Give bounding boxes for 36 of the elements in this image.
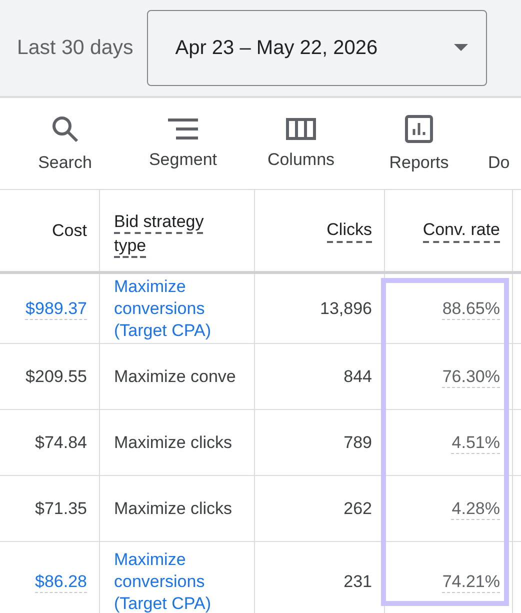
table-cell: $74.84 <box>0 410 100 475</box>
toolbar-button[interactable]: Columns <box>252 98 350 189</box>
toolbar-button[interactable]: Search <box>16 98 114 189</box>
table-cell: 789 <box>255 410 385 475</box>
cost-link[interactable]: $989.37 <box>26 298 87 318</box>
column-header[interactable]: Bid strategy type <box>100 190 255 271</box>
table-cell: Maximize clicks <box>100 410 255 475</box>
table-cell: $209.55 <box>0 344 100 409</box>
toolbar-button[interactable]: Segment <box>134 98 232 189</box>
table-cell: 88.65% <box>385 274 513 343</box>
toolbar-button[interactable]: Reports <box>370 98 468 189</box>
search-icon <box>51 114 79 142</box>
table-cell: 262 <box>255 476 385 541</box>
toolbar-button[interactable]: Do <box>488 98 518 189</box>
cost-link[interactable]: $86.28 <box>35 572 87 592</box>
columns-icon <box>286 118 316 140</box>
column-header[interactable]: Conv. rate <box>385 190 513 271</box>
column-header[interactable]: Cost <box>0 190 100 271</box>
table-cell: 76.30% <box>385 344 513 409</box>
table-cell: 4.51% <box>385 410 513 475</box>
strategy-link[interactable]: Maximize conversions (Target CPA) <box>114 276 242 342</box>
caret-icon <box>454 44 468 52</box>
bar-chart-icon <box>405 114 433 142</box>
date-range-label: Last 30 days <box>17 36 134 60</box>
table-cell: Maximize conve <box>100 344 255 409</box>
table-cell: 4.28% <box>385 476 513 541</box>
table-cell: 74.21% <box>385 542 513 613</box>
column-header[interactable]: Clicks <box>255 190 385 271</box>
table-cell: $71.35 <box>0 476 100 541</box>
table-cell: Maximize clicks <box>100 476 255 541</box>
table-cell: 13,896 <box>255 274 385 343</box>
table-cell: 844 <box>255 344 385 409</box>
table-cell: 231 <box>255 542 385 613</box>
strategy-link[interactable]: Maximize conversions (Target CPA) <box>114 548 242 613</box>
segment-icon <box>168 118 198 140</box>
date-range-dropdown[interactable]: Apr 23 – May 22, 2026 <box>147 10 488 86</box>
